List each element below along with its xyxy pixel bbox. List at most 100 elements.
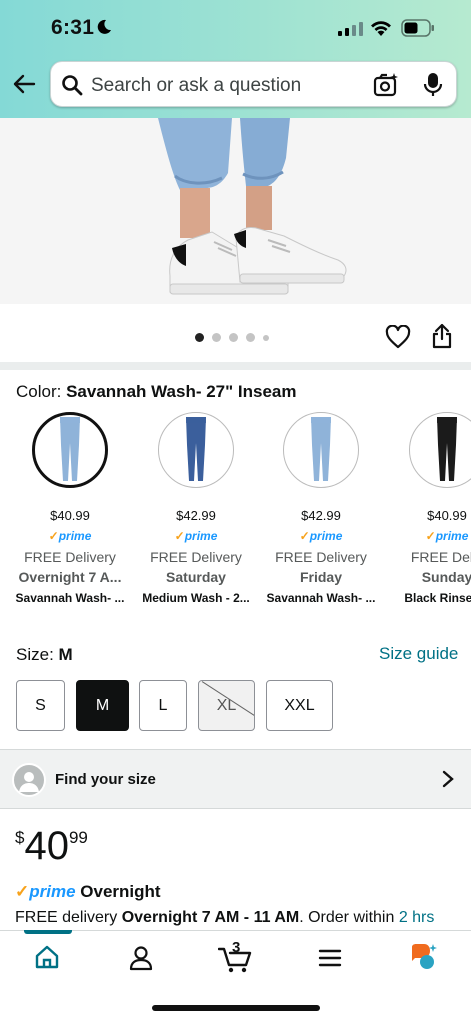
size-option-label: M — [95, 696, 110, 714]
camera-search-icon[interactable] — [373, 72, 399, 98]
heart-icon[interactable] — [385, 325, 411, 349]
swatch-delivery-day: Sunday — [421, 569, 471, 585]
prime-logo-text: prime — [29, 882, 76, 901]
search-bar[interactable]: Search or ask a question — [50, 61, 457, 107]
swatch-image — [283, 412, 359, 488]
moon-icon — [97, 19, 111, 34]
prime-logo-text: prime — [435, 529, 469, 543]
back-arrow-icon[interactable] — [12, 73, 36, 95]
header: 6:31 Search or ask a question — [0, 0, 471, 118]
product-image[interactable] — [0, 118, 471, 304]
chevron-right-icon — [442, 770, 454, 788]
price-dollars: 40 — [24, 824, 69, 868]
status-bar: 6:31 — [0, 0, 471, 56]
pager-dot[interactable] — [263, 334, 269, 341]
prime-speed: Overnight — [80, 882, 161, 901]
size-option-xl-unavailable[interactable]: XL — [198, 680, 255, 731]
menu-icon[interactable] — [318, 949, 342, 967]
find-your-size-row[interactable]: Find your size — [0, 749, 471, 809]
image-pager[interactable] — [195, 333, 269, 342]
color-swatch[interactable]: $40.99 ✓prime FREE Delivery Overnight 7 A..… — [7, 412, 133, 605]
swatch-prime-badge: ✓prime — [7, 529, 133, 543]
swatch-delivery-day: Overnight 7 A... — [18, 569, 122, 585]
swatch-delivery: FREE Delivery — [150, 549, 242, 565]
selected-color-name: Savannah Wash- 27" Inseam — [66, 382, 297, 401]
color-swatch[interactable]: $42.99 ✓prime FREE Delivery Friday Savannah … — [258, 412, 384, 605]
prime-check-icon: ✓ — [425, 529, 436, 543]
size-option-label: XXL — [284, 696, 315, 714]
clock: 6:31 — [51, 16, 95, 39]
swatch-name: Savannah Wash- ... — [266, 591, 376, 605]
swatch-price: $42.99 — [301, 508, 341, 523]
delivery-prefix: FREE delivery — [15, 909, 122, 926]
selected-size: M — [58, 645, 73, 664]
wifi-icon — [371, 21, 391, 36]
pager-dot[interactable] — [229, 333, 238, 342]
size-option-label: S — [35, 696, 46, 714]
color-swatch[interactable]: $40.99 ✓prime FREE Deliv Sunday Black Rinse … — [384, 412, 471, 605]
swatch-name: Black Rinse - 2 — [404, 591, 471, 605]
search-icon — [62, 75, 83, 96]
prime-check-icon: ✓ — [299, 529, 310, 543]
battery-icon — [401, 19, 434, 37]
swatch-image — [409, 412, 471, 488]
prime-check-icon: ✓ — [48, 529, 59, 543]
size-guide-link[interactable]: Size guide — [379, 644, 458, 664]
product-photo-jeans-sneakers — [158, 118, 347, 295]
pager-dot[interactable] — [246, 333, 255, 342]
product-price: $4099 — [15, 824, 88, 869]
find-your-size-label: Find your size — [55, 771, 156, 788]
swatch-price: $42.99 — [176, 508, 216, 523]
swatch-prime-badge: ✓prime — [258, 529, 384, 543]
size-label-prefix: Size: — [16, 645, 54, 664]
price-currency: $ — [15, 828, 25, 847]
swatch-delivery: FREE Deliv — [410, 549, 471, 565]
color-label-prefix: Color: — [16, 382, 62, 401]
swatch-name: Savannah Wash- ... — [15, 591, 125, 605]
prime-check-icon: ✓ — [15, 882, 30, 901]
swatch-delivery: FREE Delivery — [24, 549, 116, 565]
home-icon[interactable] — [34, 945, 60, 969]
microphone-icon[interactable] — [423, 72, 443, 98]
color-label: Color: Savannah Wash- 27" Inseam — [16, 382, 297, 402]
swatch-prime-badge: ✓prime — [133, 529, 259, 543]
order-countdown: 2 hrs — [398, 909, 435, 926]
cellular-signal-icon — [338, 22, 363, 36]
price-cents: 99 — [68, 828, 88, 847]
share-icon[interactable] — [431, 323, 453, 349]
section-divider — [0, 362, 471, 370]
swatch-prime-badge: ✓prime — [384, 529, 471, 543]
size-option-label: L — [158, 696, 168, 714]
size-option-xxl[interactable]: XXL — [266, 680, 333, 731]
size-option-s[interactable]: S — [16, 680, 65, 731]
account-icon[interactable] — [128, 945, 154, 971]
swatch-image — [32, 412, 108, 488]
swatch-delivery-day: Friday — [299, 569, 342, 585]
prime-check-icon: ✓ — [174, 529, 185, 543]
color-swatch[interactable]: $42.99 ✓prime FREE Delivery Saturday Medium … — [133, 412, 259, 605]
prime-logo-text: prime — [309, 529, 343, 543]
size-label: Size: M — [16, 645, 73, 665]
pager-dot[interactable] — [212, 333, 221, 342]
home-indicator — [152, 1005, 320, 1011]
size-option-label: XL — [216, 696, 237, 714]
avatar-icon — [12, 763, 46, 797]
size-option-m[interactable]: M — [76, 680, 129, 731]
active-tab-indicator — [24, 930, 72, 934]
size-option-l[interactable]: L — [139, 680, 187, 731]
rufus-assistant-icon[interactable] — [409, 943, 439, 971]
swatch-price: $40.99 — [427, 508, 467, 523]
swatch-image — [158, 412, 234, 488]
swatch-price: $40.99 — [50, 508, 90, 523]
prime-logo-text: prime — [184, 529, 218, 543]
delivery-window: Overnight 7 AM - 11 AM — [121, 909, 300, 926]
prime-badge: ✓prime Overnight — [15, 882, 161, 902]
delivery-info: FREE delivery Overnight 7 AM - 11 AM. Or… — [15, 909, 434, 927]
prime-logo-text: prime — [58, 529, 92, 543]
cart-button[interactable]: 3 — [217, 939, 252, 973]
cart-count-badge: 3 — [232, 939, 241, 956]
pager-dot[interactable] — [195, 333, 204, 342]
search-input[interactable]: Search or ask a question — [91, 75, 301, 97]
swatch-delivery: FREE Delivery — [275, 549, 367, 565]
swatch-delivery-day: Saturday — [166, 569, 226, 585]
